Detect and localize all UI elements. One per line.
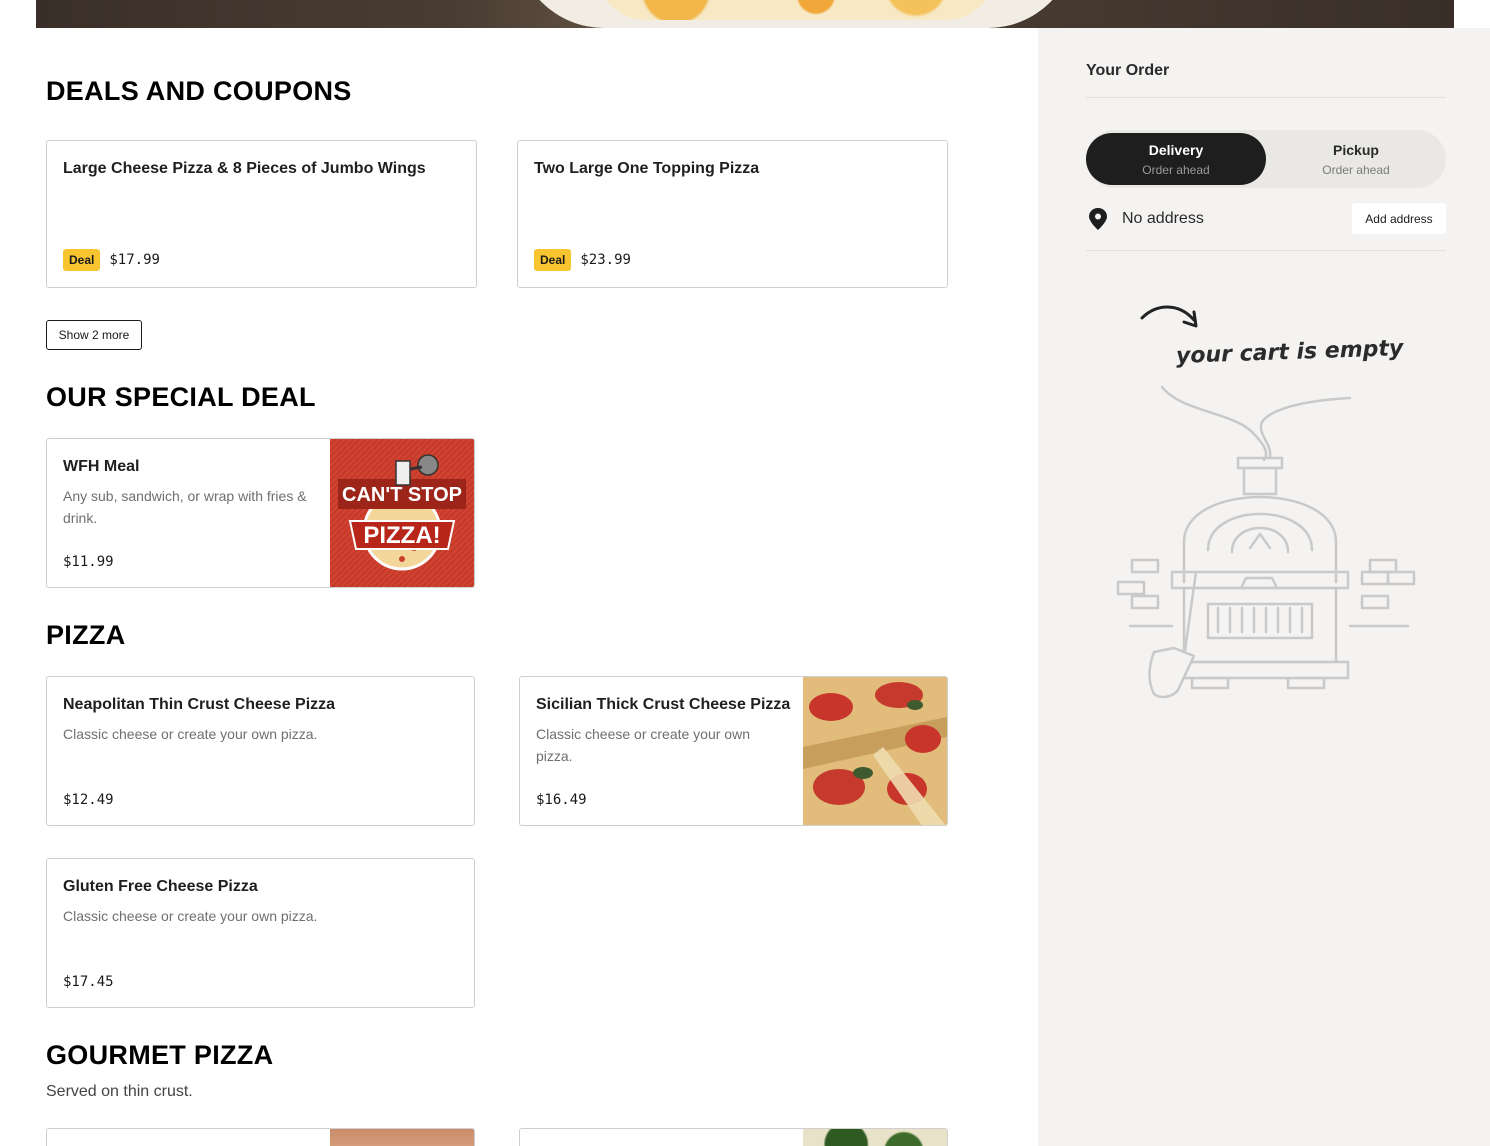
item-image: CAN'T STOP PIZZA! — [330, 439, 474, 587]
address-text: No address — [1122, 210, 1204, 227]
pickup-label: Pickup — [1333, 141, 1379, 158]
menu-item-card[interactable] — [46, 1128, 475, 1146]
hero-image — [36, 0, 1454, 28]
pizza-oven-illustration — [1116, 385, 1416, 699]
fulfillment-toggle: Delivery Order ahead Pickup Order ahead — [1086, 130, 1446, 188]
empty-cart-text: your cart is empty — [1175, 336, 1404, 369]
section-title-pizza: PIZZA — [46, 620, 126, 650]
location-pin-icon — [1088, 208, 1108, 235]
delivery-option[interactable]: Delivery Order ahead — [1086, 133, 1266, 185]
menu-item-card[interactable]: Sicilian Thick Crust Cheese Pizza Classi… — [519, 676, 948, 826]
deal-price: $17.99 — [109, 252, 160, 268]
order-title: Your Order — [1086, 62, 1170, 79]
deal-card[interactable]: Two Large One Topping Pizza Deal $23.99 — [517, 140, 948, 288]
item-description: Classic cheese or create your own pizza. — [536, 726, 750, 764]
pickup-option[interactable]: Pickup Order ahead — [1266, 133, 1446, 185]
item-description: Any sub, sandwich, or wrap with fries & … — [63, 488, 307, 526]
item-title: Neapolitan Thin Crust Cheese Pizza — [63, 696, 336, 713]
menu-main: DEALS AND COUPONS Large Cheese Pizza & 8… — [0, 28, 1038, 1146]
item-price: $17.45 — [63, 974, 114, 990]
deal-title: Two Large One Topping Pizza — [534, 160, 760, 177]
item-title: Gluten Free Cheese Pizza — [63, 878, 258, 895]
arrow-icon — [1140, 305, 1198, 328]
show-more-button[interactable]: Show 2 more — [46, 320, 142, 350]
deal-price: $23.99 — [580, 252, 631, 268]
item-title: WFH Meal — [63, 458, 140, 475]
hero-pizza — [596, 0, 996, 20]
image-text-main: PIZZA! — [363, 522, 440, 549]
menu-item-card[interactable]: WFH Meal Any sub, sandwich, or wrap with… — [46, 438, 475, 588]
delivery-sub: Order ahead — [1142, 162, 1210, 177]
divider — [1086, 97, 1446, 98]
item-description: Classic cheese or create your own pizza. — [63, 726, 318, 742]
deal-meta: Deal $23.99 — [534, 249, 631, 271]
menu-item-card[interactable]: Gluten Free Cheese Pizza Classic cheese … — [46, 858, 475, 1008]
section-title-deals: DEALS AND COUPONS — [46, 76, 352, 106]
order-sidebar: Your Order Delivery Order ahead Pickup O… — [1038, 28, 1490, 1146]
menu-item-card[interactable] — [519, 1128, 948, 1146]
menu-item-card[interactable]: Neapolitan Thin Crust Cheese Pizza Class… — [46, 676, 475, 826]
section-subtitle: Served on thin crust. — [46, 1083, 193, 1100]
divider — [1086, 250, 1446, 251]
item-price: $16.49 — [536, 792, 587, 808]
add-address-button[interactable]: Add address — [1352, 203, 1446, 234]
item-price: $11.99 — [63, 554, 114, 570]
item-image — [803, 1129, 947, 1146]
pickup-sub: Order ahead — [1322, 162, 1390, 177]
item-description: Classic cheese or create your own pizza. — [63, 908, 318, 924]
deal-meta: Deal $17.99 — [63, 249, 160, 271]
address-row: No address Add address — [1086, 200, 1446, 236]
delivery-label: Delivery — [1148, 141, 1204, 158]
deal-card[interactable]: Large Cheese Pizza & 8 Pieces of Jumbo W… — [46, 140, 477, 288]
item-image — [330, 1129, 474, 1146]
image-text-top: CAN'T STOP — [342, 484, 462, 506]
deal-title: Large Cheese Pizza & 8 Pieces of Jumbo W… — [63, 160, 426, 177]
item-image — [803, 677, 947, 825]
deal-badge: Deal — [534, 249, 572, 271]
section-title-special: OUR SPECIAL DEAL — [46, 382, 316, 412]
item-title: Sicilian Thick Crust Cheese Pizza — [536, 696, 791, 713]
section-title-gourmet: GOURMET PIZZA — [46, 1040, 274, 1070]
deal-badge: Deal — [63, 249, 101, 271]
item-price: $12.49 — [63, 792, 114, 808]
